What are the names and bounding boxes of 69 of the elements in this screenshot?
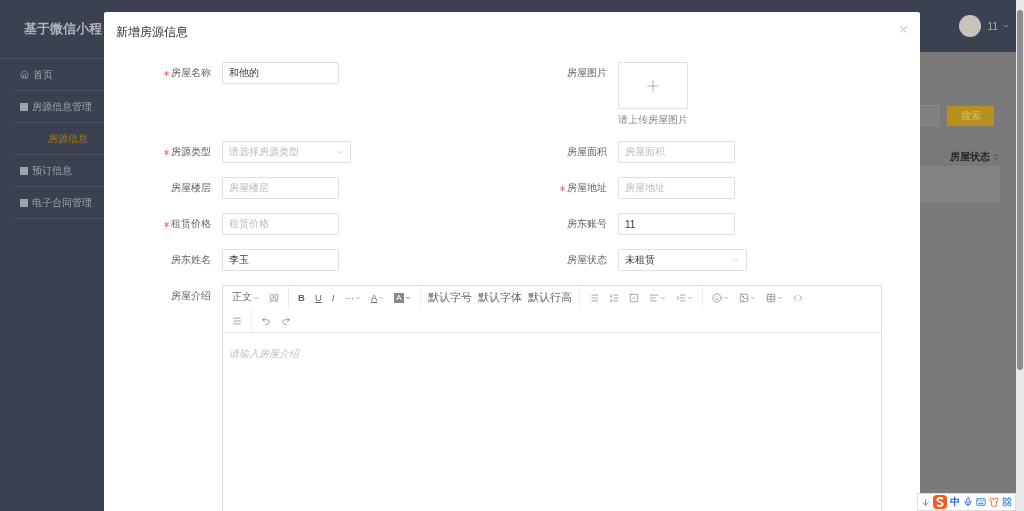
user-name[interactable]: 11 [987,20,998,32]
grid-icon[interactable] [1002,497,1012,507]
style-dropdown[interactable]: 默认行高 [524,288,575,307]
code-icon [792,292,803,303]
input-field[interactable]: 李玉 [222,249,339,271]
upload-hint: 请上传房屋图片 [618,113,688,127]
arrow-icon[interactable] [921,497,930,507]
dialog-title: 新增房源信息 [116,24,188,38]
style-dropdown[interactable]: 默认字体 [474,288,525,307]
caret-icon [354,294,361,301]
emoji-icon [711,292,722,303]
caret-icon [378,294,385,301]
italic-button[interactable]: I [326,288,340,307]
sort-icon[interactable] [992,153,1000,161]
field-label: 房屋介绍 [171,289,211,303]
font-color-button[interactable]: A [365,288,390,307]
table-icon [765,292,776,303]
caret-icon [686,294,693,301]
microphone-icon[interactable] [963,497,973,507]
caret-icon [749,294,756,301]
numbered-list-icon [608,292,619,303]
select-field[interactable]: 未租赁 [618,249,747,271]
caret-icon [722,294,729,301]
scrollbar[interactable] [1016,0,1024,511]
field-label: 房屋面积 [567,145,607,159]
format-dropdown[interactable]: 正文 [227,288,264,307]
indent-icon [675,292,686,303]
input-field[interactable]: 11 [618,213,735,235]
field-label: 房东账号 [567,217,607,231]
input-field[interactable]: 和他的 [222,62,339,84]
upload-area[interactable] [618,62,688,109]
caret-icon [404,294,411,301]
field-label: 房屋楼层 [171,181,211,195]
caret-icon [253,294,259,301]
app-logo-icon[interactable] [933,495,947,509]
bold-button[interactable]: B [293,288,310,307]
field-label: 房屋图片 [567,66,607,80]
divider-line-icon [232,315,242,326]
undo-icon [261,315,271,326]
avatar[interactable] [958,15,981,37]
bulleted-list-icon [588,292,599,303]
menu-icon [20,198,28,207]
image-icon [738,292,749,303]
field-label: 房屋名称 [171,66,211,80]
close-button[interactable] [898,24,910,36]
underline-button[interactable]: U [309,288,327,307]
caret-icon [659,294,666,301]
menu-icon [20,166,28,175]
checkbox-icon [628,292,639,303]
column-header[interactable]: 房屋状态 [950,150,990,164]
style-dropdown[interactable]: 默认字号 [424,288,475,307]
home-icon [20,70,29,79]
menu-icon [20,102,28,111]
shirt-icon[interactable] [989,497,999,507]
field-label: 租赁价格 [171,217,211,231]
field-label: 房源类型 [171,145,211,159]
keyboard-icon[interactable] [976,497,986,507]
align-icon [648,292,659,303]
select-field[interactable] [919,105,939,126]
caret-icon [1002,22,1010,30]
input-mode-text[interactable]: 中 [950,495,960,509]
background-color-button[interactable]: A [389,288,416,307]
redo-icon [281,315,291,326]
field-label: 房屋状态 [567,253,607,267]
caret-icon [776,294,783,301]
quote-icon [269,292,279,303]
field-label: 房东姓名 [171,253,211,267]
field-label: 房屋地址 [567,181,607,195]
format-dropdown[interactable]: ··· [339,288,366,307]
